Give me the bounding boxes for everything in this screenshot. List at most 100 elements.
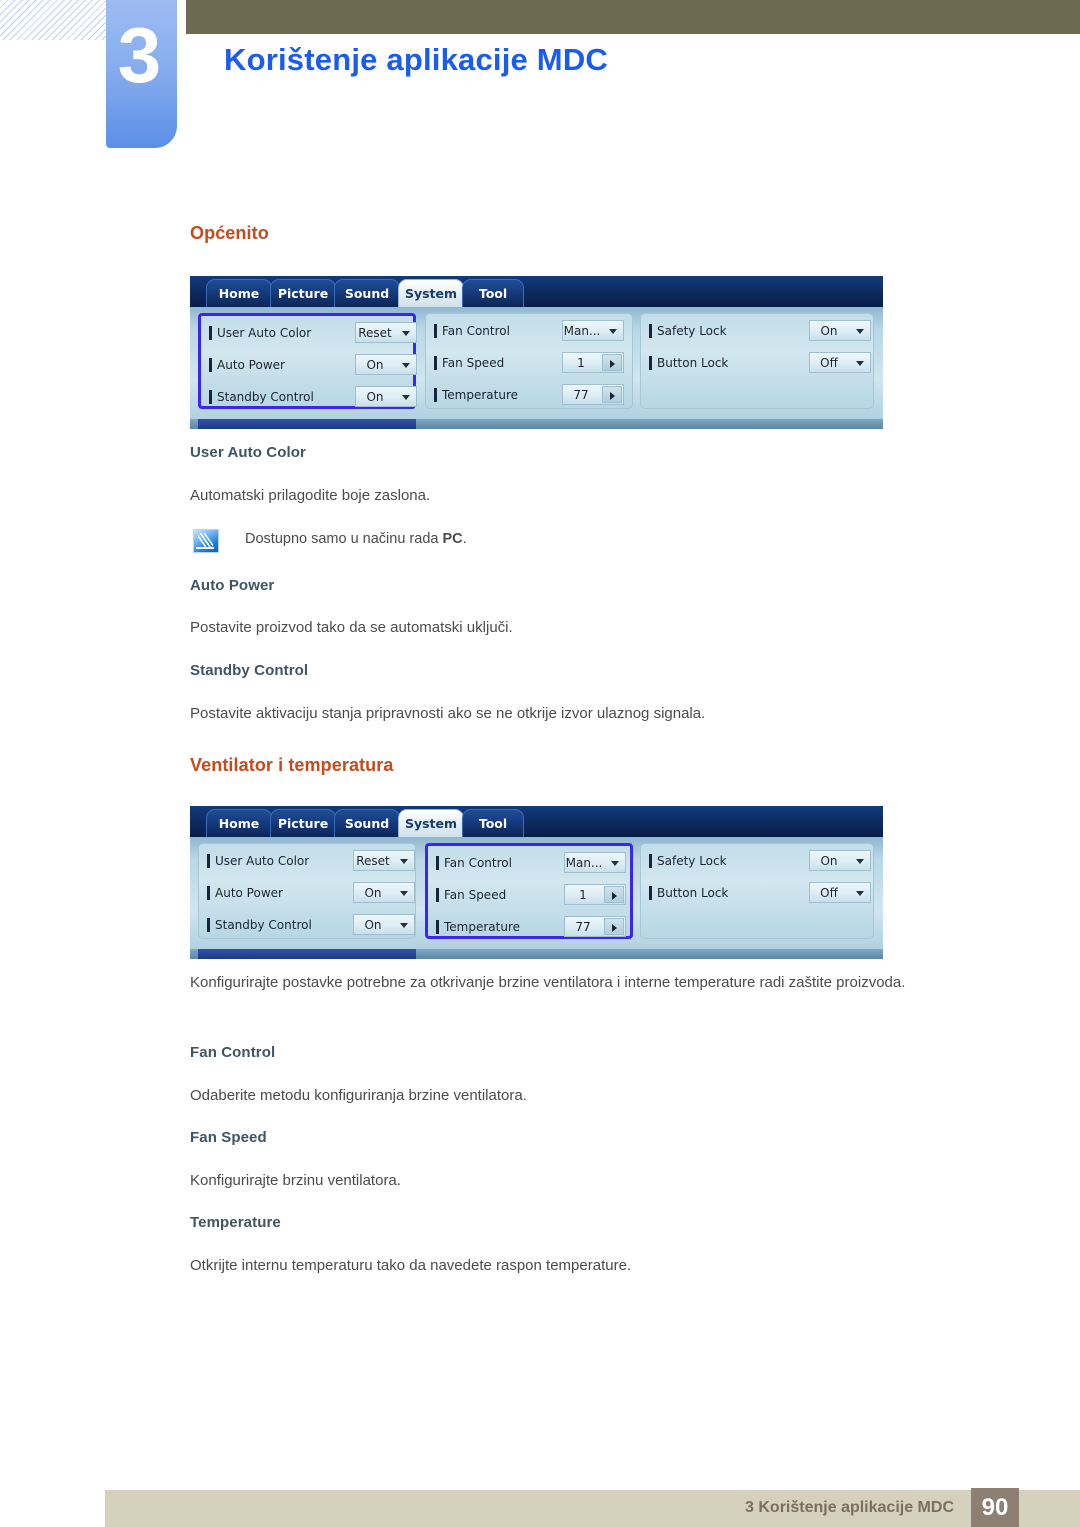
- chevron-down-icon: [856, 361, 864, 366]
- spinner-right-arrow-icon[interactable]: [602, 354, 622, 371]
- note-pen-icon: [193, 529, 219, 553]
- subheading-fan-control: Fan Control: [190, 1044, 276, 1061]
- body-fan-intro: Konfigurirajte postavke potrebne za otkr…: [190, 974, 906, 991]
- note-callout: Dostupno samo u načinu rada PC.: [193, 528, 833, 553]
- mdc-status-bar: [190, 419, 883, 429]
- chevron-down-icon: [402, 331, 410, 336]
- mdc-dropdown-fan-control[interactable]: Man...: [564, 852, 626, 873]
- mdc-tab-picture[interactable]: Picture: [270, 279, 336, 307]
- chevron-down-icon: [856, 329, 864, 334]
- mdc-lock-column: Safety Lock On Button Lock Off: [640, 313, 874, 409]
- mdc-dropdown-standby-control[interactable]: On: [353, 914, 415, 935]
- row-marker-icon: [649, 854, 652, 868]
- mdc-tab-tool[interactable]: Tool: [462, 279, 524, 307]
- mdc-status-bar: [190, 949, 883, 959]
- mdc-label-button-lock: Button Lock: [657, 356, 729, 370]
- spinner-right-arrow-icon[interactable]: [604, 886, 624, 903]
- mdc-row-user-auto-color: User Auto Color Reset: [209, 322, 417, 344]
- note-text-before: Dostupno samo u načinu rada: [245, 531, 443, 547]
- mdc-system-panel-screenshot-fan: Home Picture Sound System Tool User Auto Colo…: [190, 806, 883, 959]
- row-marker-icon: [207, 886, 210, 900]
- mdc-tab-picture[interactable]: Picture: [270, 809, 336, 837]
- page-title: Korištenje aplikacije MDC: [224, 42, 609, 77]
- mdc-dropdown-standby-control[interactable]: On: [355, 386, 417, 407]
- mdc-value: 1: [579, 888, 587, 902]
- note-text: Dostupno samo u načinu rada PC.: [245, 528, 467, 550]
- subheading-user-auto-color: User Auto Color: [190, 444, 306, 461]
- body-auto-power: Postavite proizvod tako da se automatski…: [190, 619, 513, 636]
- row-marker-icon: [207, 918, 210, 932]
- mdc-dropdown-button-lock[interactable]: Off: [809, 352, 871, 373]
- mdc-label-standby-control: Standby Control: [217, 390, 314, 404]
- spinner-right-arrow-icon[interactable]: [602, 386, 622, 403]
- row-marker-icon: [209, 358, 212, 372]
- subheading-temperature: Temperature: [190, 1214, 281, 1231]
- mdc-dropdown-user-auto-color[interactable]: Reset: [355, 322, 417, 343]
- row-marker-icon: [209, 326, 212, 340]
- mdc-row-auto-power: Auto Power On: [209, 354, 417, 376]
- row-marker-icon: [207, 854, 210, 868]
- mdc-tab-home[interactable]: Home: [206, 279, 272, 307]
- row-marker-icon: [649, 324, 652, 338]
- mdc-dropdown-fan-control[interactable]: Man...: [562, 320, 624, 341]
- mdc-row-button-lock: Button Lock Off: [649, 882, 871, 904]
- row-marker-icon: [434, 356, 437, 370]
- mdc-row-safety-lock: Safety Lock On: [649, 320, 871, 342]
- mdc-dropdown-button-lock[interactable]: Off: [809, 882, 871, 903]
- spinner-right-arrow-icon[interactable]: [604, 918, 624, 935]
- mdc-row-fan-control: Fan Control Man...: [434, 320, 624, 342]
- row-marker-icon: [434, 388, 437, 402]
- mdc-dropdown-safety-lock[interactable]: On: [809, 850, 871, 871]
- mdc-dropdown-auto-power[interactable]: On: [353, 882, 415, 903]
- mdc-tab-sound[interactable]: Sound: [334, 279, 400, 307]
- mdc-tab-sound[interactable]: Sound: [334, 809, 400, 837]
- body-user-auto-color: Automatski prilagodite boje zaslona.: [190, 487, 431, 504]
- mdc-fan-temperature-column: Fan Control Man... Fan Speed 1 Temperature 77: [425, 843, 633, 939]
- mdc-label-fan-control: Fan Control: [442, 324, 510, 338]
- mdc-row-temperature: Temperature 77: [436, 916, 626, 938]
- mdc-value: On: [820, 854, 838, 868]
- mdc-value: On: [366, 390, 384, 404]
- mdc-tab-tool[interactable]: Tool: [462, 809, 524, 837]
- mdc-spinner-temperature[interactable]: 77: [562, 384, 624, 405]
- mdc-label-button-lock: Button Lock: [657, 886, 729, 900]
- mdc-row-fan-speed: Fan Speed 1: [436, 884, 626, 906]
- mdc-general-column: User Auto Color Reset Auto Power On Standby …: [198, 843, 416, 939]
- mdc-label-auto-power: Auto Power: [215, 886, 283, 900]
- mdc-dropdown-user-auto-color[interactable]: Reset: [353, 850, 415, 871]
- row-marker-icon: [436, 920, 439, 934]
- mdc-label-fan-control: Fan Control: [444, 856, 512, 870]
- mdc-row-fan-control: Fan Control Man...: [436, 852, 626, 874]
- row-marker-icon: [209, 390, 212, 404]
- chevron-down-icon: [856, 891, 864, 896]
- chapter-number: 3: [117, 11, 161, 99]
- mdc-tab-system[interactable]: System: [398, 809, 464, 837]
- row-marker-icon: [649, 886, 652, 900]
- mdc-label-user-auto-color: User Auto Color: [215, 854, 310, 868]
- mdc-spinner-temperature[interactable]: 77: [564, 916, 626, 937]
- chevron-down-icon: [609, 329, 617, 334]
- mdc-tab-strip: Home Picture Sound System Tool: [190, 806, 883, 837]
- header-olive-bar: [186, 0, 1080, 34]
- mdc-value: On: [366, 358, 384, 372]
- mdc-status-bar-segment: [198, 949, 416, 959]
- body-temperature: Otkrijte internu temperaturu tako da nav…: [190, 1257, 632, 1274]
- row-marker-icon: [436, 888, 439, 902]
- mdc-system-panel-screenshot-general: Home Picture Sound System Tool User Auto Colo…: [190, 276, 883, 429]
- mdc-spinner-fan-speed[interactable]: 1: [562, 352, 624, 373]
- page-number: 90: [971, 1488, 1019, 1527]
- mdc-tab-home[interactable]: Home: [206, 809, 272, 837]
- mdc-dropdown-auto-power[interactable]: On: [355, 354, 417, 375]
- mdc-label-safety-lock: Safety Lock: [657, 854, 727, 868]
- subheading-standby-control: Standby Control: [190, 662, 309, 679]
- mdc-row-auto-power: Auto Power On: [207, 882, 415, 904]
- mdc-label-fan-speed: Fan Speed: [442, 356, 505, 370]
- mdc-value: On: [364, 886, 382, 900]
- mdc-tab-system[interactable]: System: [398, 279, 464, 307]
- mdc-value: Reset: [358, 326, 392, 340]
- mdc-row-safety-lock: Safety Lock On: [649, 850, 871, 872]
- mdc-spinner-fan-speed[interactable]: 1: [564, 884, 626, 905]
- mdc-value: On: [364, 918, 382, 932]
- mdc-dropdown-safety-lock[interactable]: On: [809, 320, 871, 341]
- chevron-down-icon: [402, 395, 410, 400]
